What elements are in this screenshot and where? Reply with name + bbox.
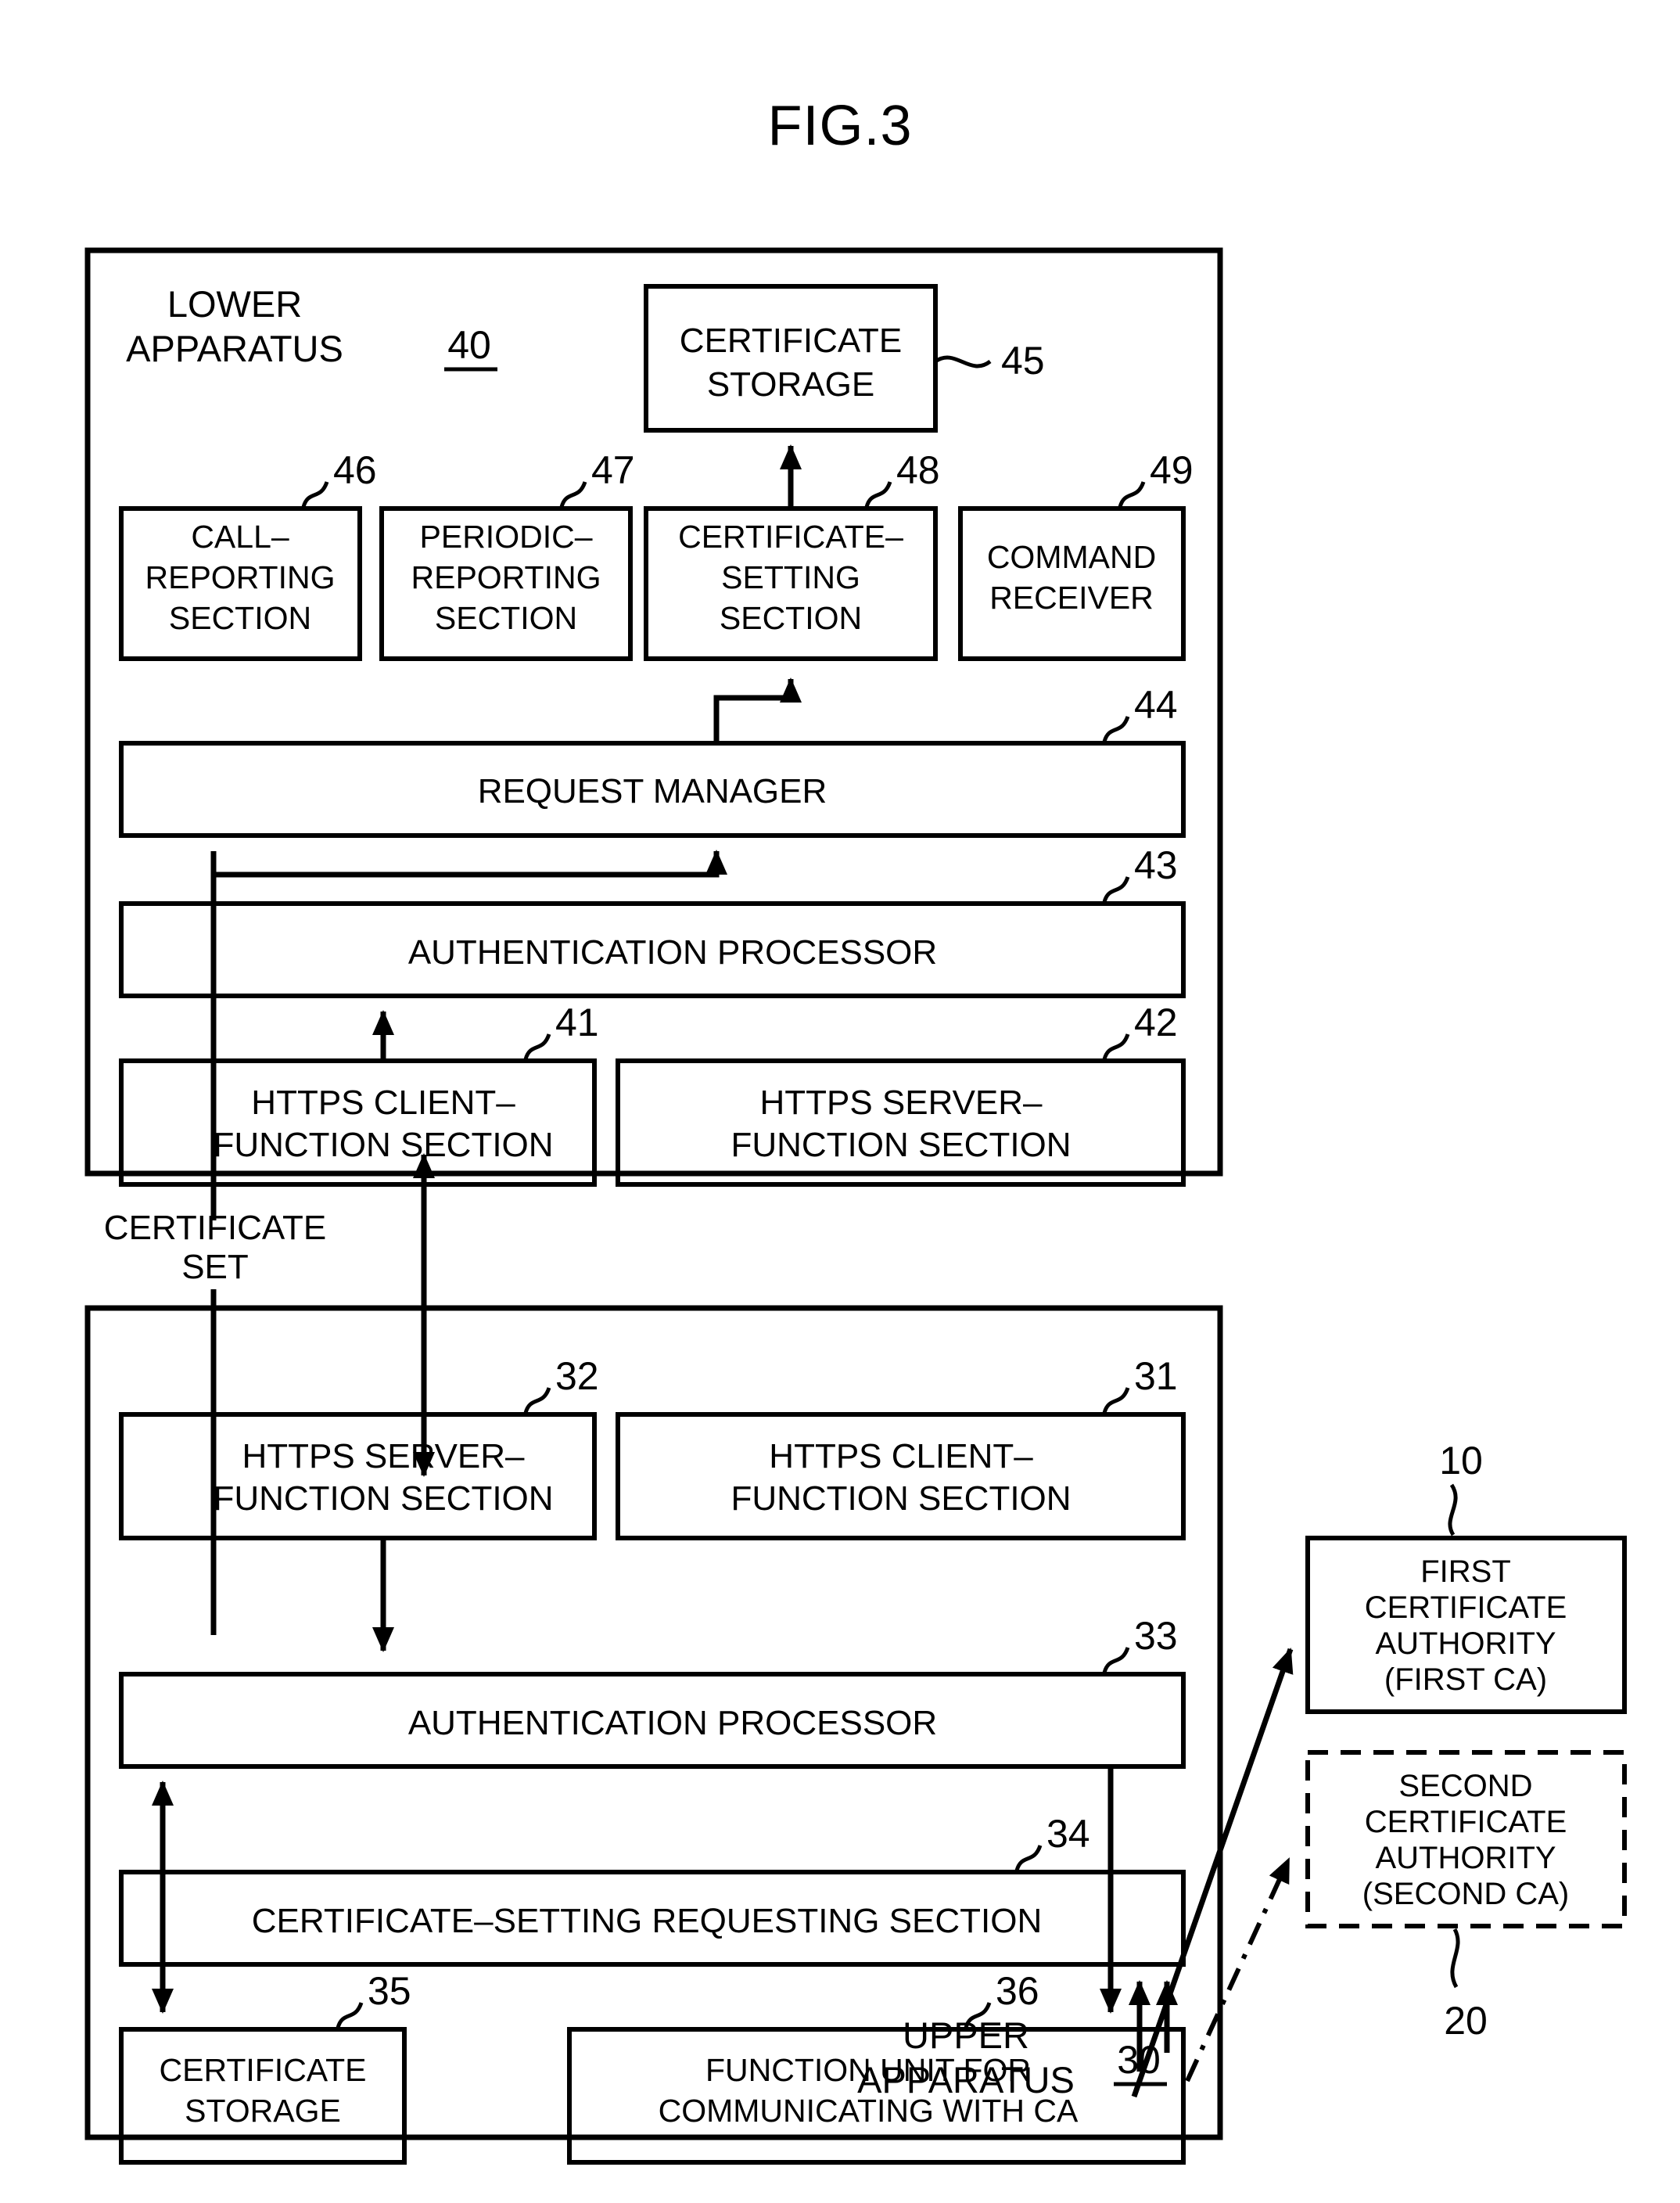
block-https-server-function-42: [616, 1058, 1186, 1187]
leader-33: [1102, 1647, 1130, 1673]
leader-42: [1102, 1033, 1130, 1060]
lower-apparatus-ref: 40: [447, 323, 491, 367]
block-44-line-1: REQUEST MANAGER: [478, 772, 827, 810]
leader-44: [1102, 716, 1130, 742]
lower-apparatus-label-line2: APPARATUS: [126, 328, 343, 369]
block-https-client-function-41: [119, 1058, 597, 1187]
leader-second-ca: [1450, 1928, 1460, 1989]
block-48-line-3: SECTION: [720, 600, 862, 636]
lower-apparatus-label-line1: LOWER: [167, 283, 302, 325]
ref-label-47: 47: [591, 448, 635, 492]
figure-root: FIG.3 LOWER APPARATUS 40 CERTIFICATE STO…: [0, 0, 1680, 2203]
arrow-certset-to-44: [214, 850, 727, 878]
second-ca-line-2: CERTIFICATE: [1365, 1805, 1567, 1839]
lower-apparatus-container: [84, 247, 1223, 1177]
block-31-line-2: FUNCTION SECTION: [731, 1479, 1071, 1518]
second-ca-line-4: (SECOND CA): [1362, 1877, 1569, 1911]
block-48-line-1: CERTIFICATE–: [678, 519, 903, 555]
ref-label-31: 31: [1134, 1354, 1178, 1398]
block-45-line-2: STORAGE: [707, 365, 874, 404]
ref-label-32: 32: [555, 1354, 599, 1398]
certificate-set-label-line1: CERTIFICATE: [104, 1209, 326, 1247]
arrow-to-second-ca: [1185, 1857, 1291, 2083]
ref-label-46: 46: [333, 448, 377, 492]
block-32-line-2: FUNCTION SECTION: [213, 1479, 553, 1518]
block-49-line-2: RECEIVER: [989, 580, 1154, 616]
block-43-line-1: AUTHENTICATION PROCESSOR: [408, 933, 937, 972]
figure-title: FIG.3: [767, 95, 912, 157]
leader-32: [523, 1387, 551, 1414]
second-ca-line-3: AUTHORITY: [1375, 1841, 1556, 1875]
first-ca-line-2: CERTIFICATE: [1365, 1590, 1567, 1625]
ref-label-49: 49: [1150, 448, 1194, 492]
block-34-line-1: CERTIFICATE–SETTING REQUESTING SECTION: [252, 1902, 1042, 1940]
block-46-line-1: CALL–: [191, 519, 289, 555]
leader-47: [559, 481, 587, 508]
block-33-line-1: AUTHENTICATION PROCESSOR: [408, 1704, 937, 1742]
ref-label-34: 34: [1046, 1812, 1090, 1856]
arrow-44-to-48: [713, 677, 802, 743]
block-47-line-1: PERIODIC–: [420, 519, 593, 555]
block-36-line-2: COMMUNICATING WITH CA: [659, 2093, 1079, 2129]
leader-48: [864, 481, 892, 508]
ref-label-43: 43: [1134, 843, 1178, 887]
leader-46: [301, 481, 329, 508]
ref-label-48: 48: [896, 448, 940, 492]
block-35-line-2: STORAGE: [185, 2093, 341, 2129]
block-48-line-2: SETTING: [721, 559, 860, 595]
block-42-line-1: HTTPS SERVER–: [759, 1084, 1043, 1122]
leader-first-ca: [1448, 1483, 1458, 1536]
block-31-line-1: HTTPS CLIENT–: [769, 1437, 1033, 1475]
leader-34: [1014, 1845, 1043, 1871]
block-46-line-2: REPORTING: [145, 559, 336, 595]
block-32-line-1: HTTPS SERVER–: [242, 1437, 525, 1475]
block-47-line-3: SECTION: [435, 600, 577, 636]
leader-45: [934, 355, 992, 368]
leader-41: [523, 1033, 551, 1060]
ref-label-36: 36: [996, 1969, 1039, 2013]
leader-31: [1102, 1387, 1130, 1414]
block-47-line-2: REPORTING: [411, 559, 601, 595]
block-46-line-3: SECTION: [169, 600, 311, 636]
block-42-line-2: FUNCTION SECTION: [731, 1126, 1071, 1164]
block-49-line-1: COMMAND: [987, 539, 1156, 575]
ref-label-first-ca: 10: [1439, 1439, 1483, 1482]
ref-label-second-ca: 20: [1444, 1999, 1488, 2043]
block-https-server-function-32: [119, 1412, 597, 1540]
ref-label-45: 45: [1001, 339, 1045, 383]
ref-label-41: 41: [555, 1001, 599, 1044]
block-41-line-2: FUNCTION SECTION: [213, 1126, 553, 1164]
first-ca-line-1: FIRST: [1420, 1554, 1511, 1589]
ref-label-35: 35: [368, 1969, 411, 2013]
first-ca-line-3: AUTHORITY: [1375, 1626, 1556, 1661]
block-41-line-1: HTTPS CLIENT–: [251, 1084, 515, 1122]
certificate-set-label-line2: SET: [181, 1248, 249, 1286]
ref-label-33: 33: [1134, 1614, 1178, 1658]
leader-49: [1118, 481, 1146, 508]
leader-35: [336, 2002, 364, 2029]
ref-label-42: 42: [1134, 1001, 1178, 1044]
block-35-line-1: CERTIFICATE: [160, 2052, 367, 2088]
patent-figure-svg: FIG.3 LOWER APPARATUS 40 CERTIFICATE STO…: [84, 95, 1627, 2165]
block-https-client-function-31: [616, 1412, 1186, 1540]
ref-label-44: 44: [1134, 683, 1178, 727]
first-ca-line-4: (FIRST CA): [1384, 1662, 1547, 1697]
leader-43: [1102, 876, 1130, 903]
block-36-line-1: FUNCTION UNIT FOR: [705, 2052, 1031, 2088]
upper-apparatus-label-line1: UPPER: [903, 2014, 1029, 2056]
second-ca-line-1: SECOND: [1398, 1769, 1532, 1803]
block-45-line-1: CERTIFICATE: [680, 322, 902, 360]
